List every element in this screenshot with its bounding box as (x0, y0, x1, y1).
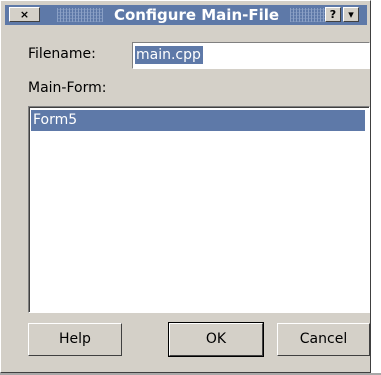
close-button[interactable]: × (9, 7, 40, 22)
background-strip (371, 0, 381, 375)
question-mark-icon: ? (329, 8, 337, 21)
list-item[interactable]: Form5 (31, 110, 365, 131)
ok-button[interactable]: OK (169, 323, 263, 356)
mainform-list[interactable]: Form5 (28, 106, 370, 313)
title-bar-texture (57, 8, 103, 22)
title-bar[interactable]: × Configure Main-File ? ▾ (5, 5, 367, 25)
filename-label: Filename: (28, 46, 96, 62)
mainform-list-inner (29, 107, 369, 312)
mainform-label: Main-Form: (28, 80, 107, 96)
help-button[interactable]: Help (28, 323, 122, 356)
close-icon: × (19, 8, 30, 21)
window-menu-button[interactable]: ▾ (343, 7, 359, 22)
dialog-window: × Configure Main-File ? ▾ Filename: main… (0, 0, 371, 373)
chevron-down-icon: ▾ (348, 8, 354, 21)
window-title: Configure Main-File (113, 6, 280, 24)
filename-input-value: main.cpp (135, 46, 203, 64)
help-question-button[interactable]: ? (325, 7, 341, 22)
filename-input[interactable]: main.cpp (132, 42, 370, 69)
cancel-button[interactable]: Cancel (277, 323, 370, 356)
